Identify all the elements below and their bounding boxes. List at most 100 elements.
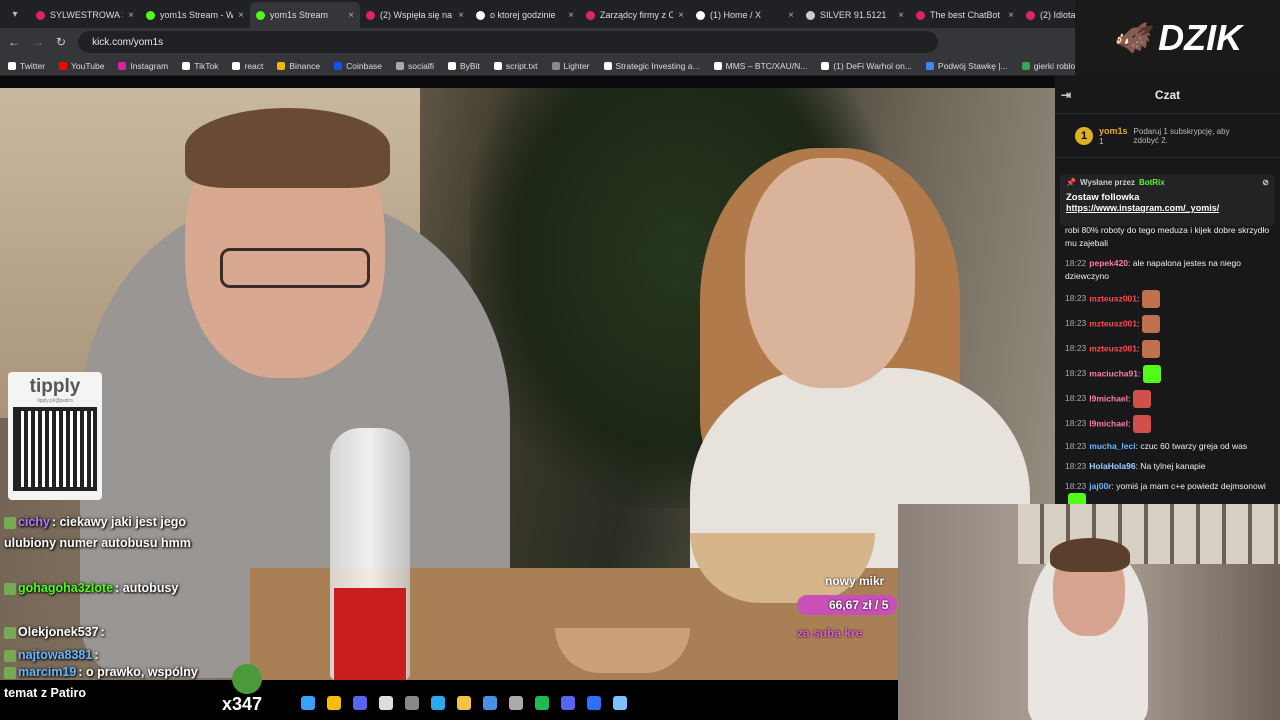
close-tab-icon[interactable]: × <box>678 10 684 21</box>
bookmark-item[interactable]: Strategic Investing a... <box>603 61 700 71</box>
bookmark-icon <box>821 61 830 70</box>
chat-message: 18:23 maciucha91: <box>1065 365 1277 383</box>
app2-icon[interactable] <box>483 696 497 710</box>
close-tab-icon[interactable]: × <box>898 10 904 21</box>
chat-username: pepek420 <box>1089 258 1129 268</box>
pinned-title: Zostaw followka <box>1066 192 1140 203</box>
chat-username: mzteusz001 <box>1089 293 1137 304</box>
collapse-chat-icon[interactable]: ⇥ <box>1061 88 1071 102</box>
gift-user: yom1s <box>1099 125 1128 136</box>
forward-icon[interactable]: → <box>32 35 44 49</box>
overlay-chat-user: cichy <box>18 515 50 529</box>
browser-tab[interactable]: yom1s Stream × <box>250 2 360 28</box>
tab-search-icon[interactable]: ▾ <box>0 0 30 28</box>
overlay-chat-message: gohagoha3zlote: autobusy <box>4 578 200 599</box>
bookmark-item[interactable]: MMS – BTC/XAU/N... <box>713 60 808 71</box>
notepad-icon[interactable] <box>613 696 627 710</box>
bookmark-item[interactable]: Binance <box>277 61 320 71</box>
bookmark-item[interactable]: Twitter <box>8 61 45 71</box>
close-tab-icon[interactable]: × <box>128 10 134 21</box>
overlay-chat-text: : <box>100 625 105 639</box>
bookmark-item[interactable]: Coinbase <box>334 61 382 71</box>
bookmark-label: (1) DeFi Warhol on... <box>833 60 912 71</box>
bookmark-item[interactable]: Instagram <box>118 61 168 71</box>
donation-alert: nowy mikr 66,67 zł / 5 za suba kre <box>797 560 897 640</box>
close-tab-icon[interactable]: × <box>568 10 574 21</box>
browser-tab[interactable]: SILVER 91.5121 × <box>800 2 910 28</box>
url-field[interactable]: kick.com/yom1s <box>78 31 939 53</box>
bookmark-label: MMS – BTC/XAU/N... <box>725 60 808 71</box>
browser-tab[interactable]: (2) Wspięła się na × <box>360 2 470 28</box>
chat-timestamp: 18:22 <box>1065 258 1087 268</box>
chat-timestamp: 18:23 <box>1065 481 1087 491</box>
reload-icon[interactable]: ↻ <box>56 35 66 49</box>
close-tab-icon[interactable]: × <box>238 10 244 21</box>
discord-icon[interactable] <box>353 696 367 710</box>
app3-icon[interactable] <box>509 696 523 710</box>
browser-tab[interactable]: The best ChatBot × <box>910 2 1020 28</box>
app-icon[interactable] <box>379 696 393 710</box>
bookmark-item[interactable]: script.txt <box>493 61 538 71</box>
browser-tab[interactable]: SYLWESTROWA SI × <box>30 2 140 28</box>
back-icon[interactable]: ← <box>8 35 20 49</box>
browser-tab[interactable]: yom1s Stream - W × <box>140 2 250 28</box>
chat-message: 18:23 mzteusz001: <box>1065 290 1277 308</box>
donation-amount: 66,67 zł / 5 <box>829 598 889 612</box>
hide-pin-icon[interactable]: ⊘ <box>1262 178 1269 187</box>
obs-icon[interactable] <box>405 696 419 710</box>
bookmark-item[interactable]: TikTok <box>182 61 218 71</box>
bookmark-item[interactable]: socialfi <box>396 61 434 71</box>
browser-tab[interactable]: (1) Home / X × <box>690 2 800 28</box>
url-text: kick.com/yom1s <box>92 36 164 48</box>
bookmark-icon <box>277 61 286 70</box>
tab-favicon-icon <box>366 10 375 20</box>
chat-emote-icon <box>1068 493 1086 504</box>
bookmark-icon <box>182 61 191 70</box>
browser-tab[interactable]: Zarządcy firmy z C × <box>580 2 690 28</box>
chat-message: 18:23 l9michael: <box>1065 415 1277 433</box>
tab-title: The best ChatBot <box>930 10 1001 20</box>
streamer-webcam <box>898 504 1280 720</box>
close-tab-icon[interactable]: × <box>458 10 464 21</box>
spotify-icon[interactable] <box>535 696 549 710</box>
bookmark-icon <box>334 61 343 70</box>
video-woman-head <box>745 158 915 388</box>
bookmark-label: Twitter <box>20 60 46 71</box>
windows-start-icon[interactable] <box>301 696 315 710</box>
pinned-header: 📌 Wysłane przez BotRix ⊘ <box>1066 178 1269 187</box>
close-tab-icon[interactable]: × <box>788 10 794 21</box>
overlay-chat-message: cichy: ciekawy jaki jest jego ulubiony n… <box>4 512 200 554</box>
bookmark-item[interactable]: Lighter <box>551 61 590 71</box>
pinned-message[interactable]: 📌 Wysłane przez BotRix ⊘ Zostaw followka… <box>1060 174 1275 226</box>
bookmark-label: ByBit <box>460 60 480 71</box>
telegram-icon[interactable] <box>431 696 445 710</box>
browser-tab[interactable]: o ktorej godzinie × <box>470 2 580 28</box>
chat-message: 18:23 HolaHola96: Na tylnej kanapie <box>1065 460 1277 473</box>
chat-messages: robi 80% roboty do tego meduza i kijek d… <box>1065 224 1277 504</box>
chat-message: 18:23 mzteusz001: <box>1065 315 1277 333</box>
chat-text: : czuc 60 twarzy greja od was <box>1135 441 1248 451</box>
chat-message: robi 80% roboty do tego meduza i kijek d… <box>1065 224 1277 250</box>
bookmark-item[interactable]: react <box>232 61 263 71</box>
chrome-icon[interactable] <box>327 696 341 710</box>
bookmark-item[interactable]: ByBit <box>448 61 480 71</box>
pinned-link[interactable]: https://www.instagram.com/_yomis/ <box>1066 203 1269 213</box>
bookmark-item[interactable]: YouTube <box>59 61 104 71</box>
chat-text: : <box>1137 293 1140 304</box>
app5-icon[interactable] <box>587 696 601 710</box>
chat-username: mzteusz001 <box>1089 318 1137 329</box>
chat-timestamp: 18:23 <box>1065 293 1087 304</box>
folder-icon[interactable] <box>457 696 471 710</box>
qr-code-icon <box>13 407 97 491</box>
bookmark-item[interactable]: (1) DeFi Warhol on... <box>821 61 912 71</box>
user-badge-icon <box>4 626 16 639</box>
gift-sub-bar[interactable]: 1 yom1s 1 Podaruj 1 subskrypcję, aby zdo… <box>1055 114 1280 158</box>
tab-title: o ktorej godzinie <box>490 10 556 20</box>
bookmark-item[interactable]: Podwój Stawkę |... <box>925 61 1008 71</box>
chat-text: : <box>1137 343 1140 354</box>
chat-timestamp: 18:23 <box>1065 368 1087 379</box>
close-tab-icon[interactable]: × <box>1008 10 1014 21</box>
close-tab-icon[interactable]: × <box>348 10 354 21</box>
bookmark-icon <box>448 61 457 70</box>
app4-icon[interactable] <box>561 696 575 710</box>
